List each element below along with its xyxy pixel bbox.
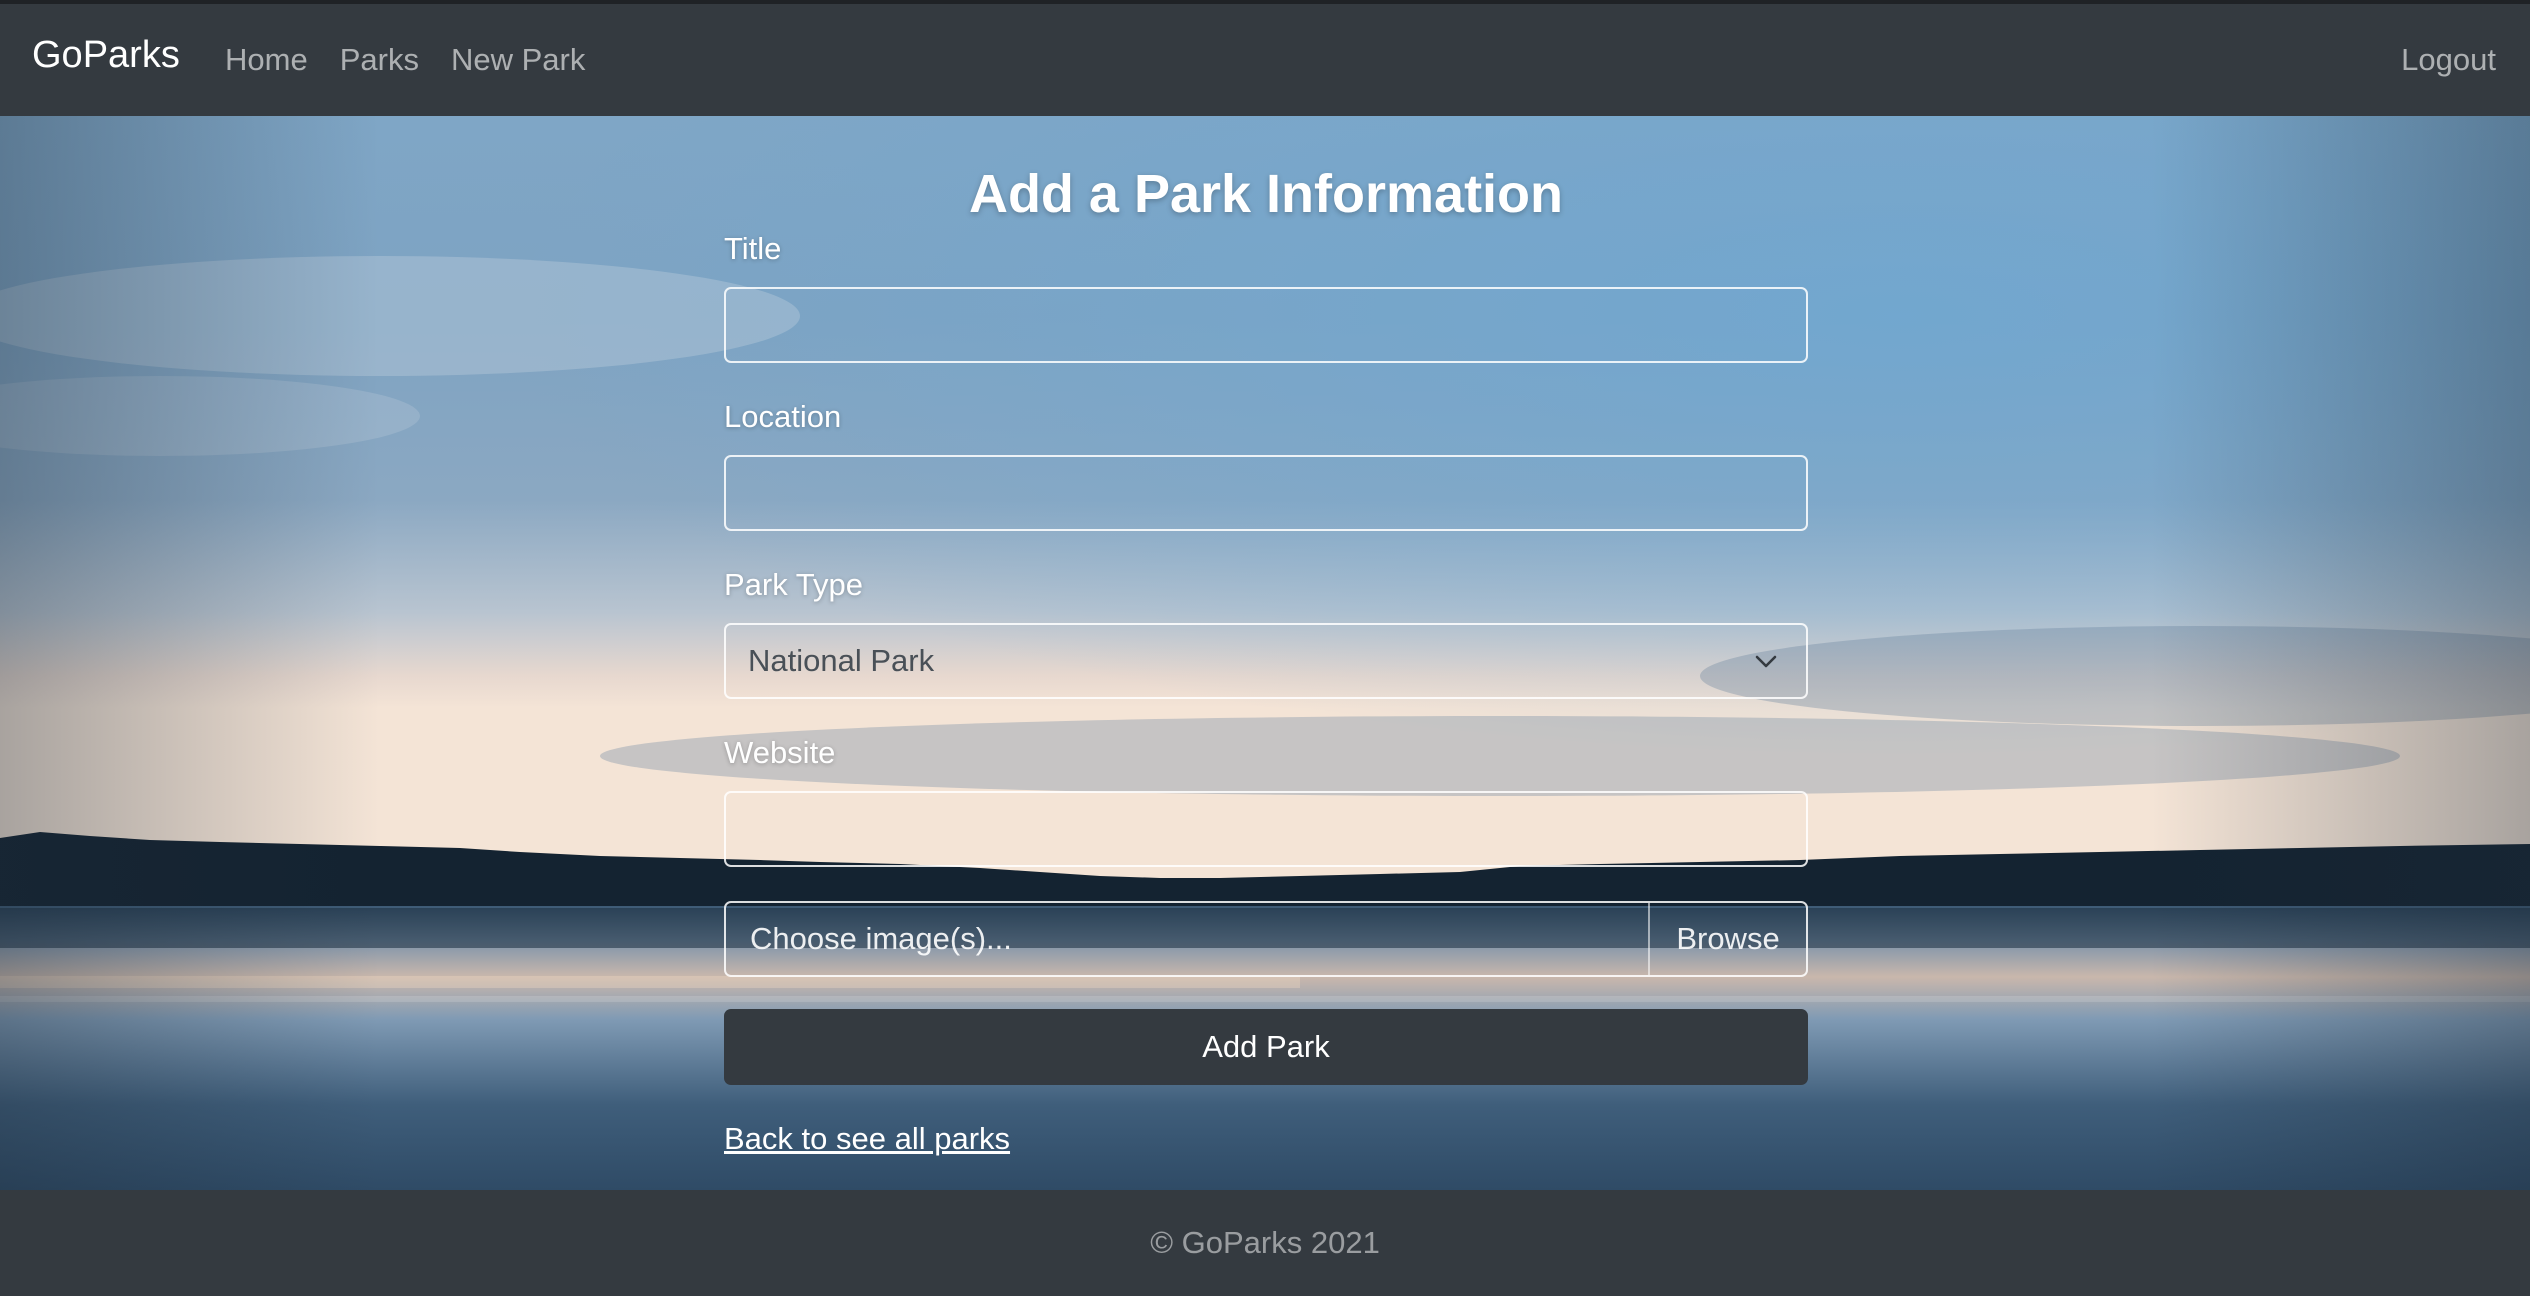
add-park-button[interactable]: Add Park [724,1009,1808,1085]
park-type-label: Park Type [724,567,864,602]
hero-section: Add a Park Information Title Location Pa… [0,116,2530,1190]
title-input[interactable] [724,287,1808,363]
brand-link[interactable]: GoParks [32,34,180,77]
logout-link[interactable]: Logout [2401,42,2496,78]
park-type-selected-value: National Park [748,643,935,678]
copyright-text: © GoParks 2021 [1150,1225,1380,1260]
location-input[interactable] [724,455,1808,531]
nav-link-new-park[interactable]: New Park [451,42,585,78]
location-label: Location [724,399,842,434]
browse-button[interactable]: Browse [1648,903,1806,975]
footer: © GoParks 2021 [0,1190,2530,1296]
navbar: GoParks Home Parks New Park Logout [0,0,2530,116]
page-title: Add a Park Information [968,164,1564,224]
image-file-input[interactable]: Choose image(s)... Browse [724,901,1808,977]
nav-link-parks[interactable]: Parks [340,42,419,78]
nav-links: Home Parks New Park [225,42,617,78]
park-type-select[interactable]: National Park [724,623,1808,699]
website-label: Website [724,735,836,770]
website-input[interactable] [724,791,1808,867]
new-park-form: Add a Park Information Title Location Pa… [724,116,1808,1157]
back-to-parks-link[interactable]: Back to see all parks [724,1121,1010,1157]
title-label: Title [724,231,782,266]
nav-link-home[interactable]: Home [225,42,308,78]
chevron-down-icon [1755,655,1777,668]
file-input-placeholder: Choose image(s)... [750,921,1012,956]
